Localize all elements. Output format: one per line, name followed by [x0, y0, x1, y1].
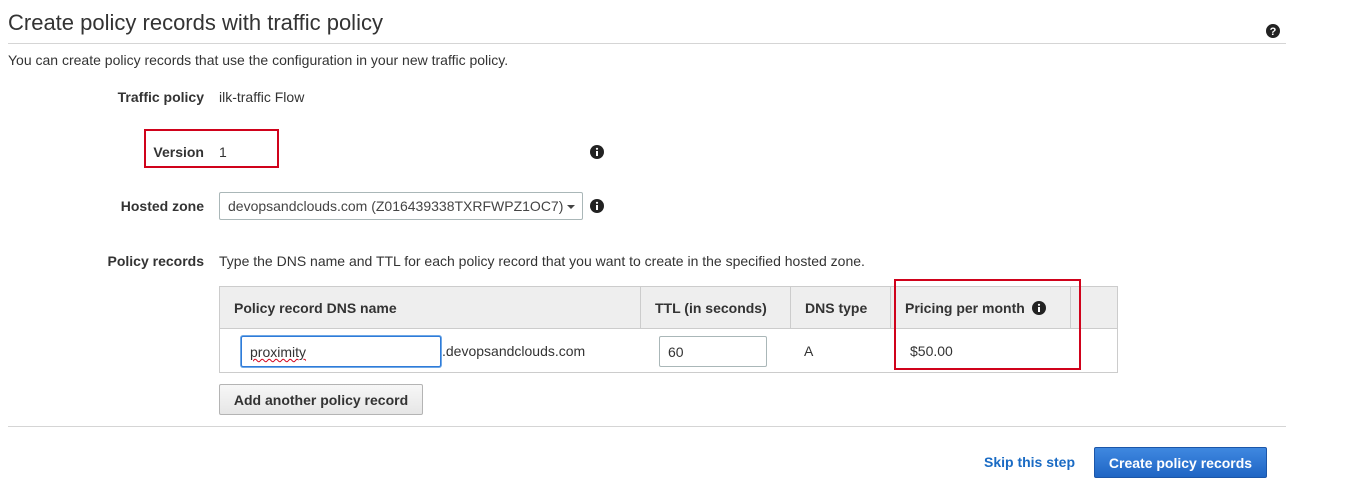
policy-records-description: Type the DNS name and TTL for each polic…	[219, 253, 865, 269]
hosted-zone-selected-value: devopsandclouds.com (Z016439338TXRFWPZ1O…	[228, 198, 564, 214]
hosted-zone-select[interactable]: devopsandclouds.com (Z016439338TXRFWPZ1O…	[219, 192, 583, 220]
pricing-highlight-box	[894, 279, 1081, 370]
hosted-zone-label: Hosted zone	[120, 198, 204, 214]
domain-suffix: .devopsandclouds.com	[442, 343, 586, 359]
column-header-dns-name: Policy record DNS name	[220, 287, 641, 328]
page-subtitle: You can create policy records that use t…	[8, 52, 509, 68]
skip-step-button[interactable]: Skip this step	[984, 454, 1075, 470]
version-label: Version	[153, 144, 204, 160]
traffic-policy-label: Traffic policy	[117, 89, 204, 105]
ttl-input-value: 60	[668, 344, 684, 360]
dns-type-value: A	[804, 343, 814, 359]
header-divider	[8, 43, 1286, 44]
version-info-icon[interactable]	[590, 145, 604, 159]
chevron-down-icon	[567, 205, 575, 209]
column-header-dns-type: DNS type	[791, 287, 891, 328]
dns-name-input-value: proximity	[250, 344, 307, 360]
page-title: Create policy records with traffic polic…	[8, 10, 383, 35]
policy-records-label: Policy records	[107, 253, 205, 269]
help-circle-icon[interactable]: ?	[1266, 24, 1280, 38]
footer-divider	[8, 426, 1286, 427]
svg-text:?: ?	[1270, 26, 1277, 38]
add-policy-record-button[interactable]: Add another policy record	[219, 384, 423, 415]
column-header-ttl: TTL (in seconds)	[641, 287, 791, 328]
version-value: 1	[219, 144, 227, 160]
create-policy-records-button[interactable]: Create policy records	[1094, 447, 1267, 478]
hosted-zone-info-icon[interactable]	[590, 199, 604, 213]
dns-name-input[interactable]: proximity	[241, 336, 441, 367]
traffic-policy-value: ilk-traffic Flow	[219, 89, 305, 105]
ttl-input[interactable]: 60	[659, 336, 767, 367]
